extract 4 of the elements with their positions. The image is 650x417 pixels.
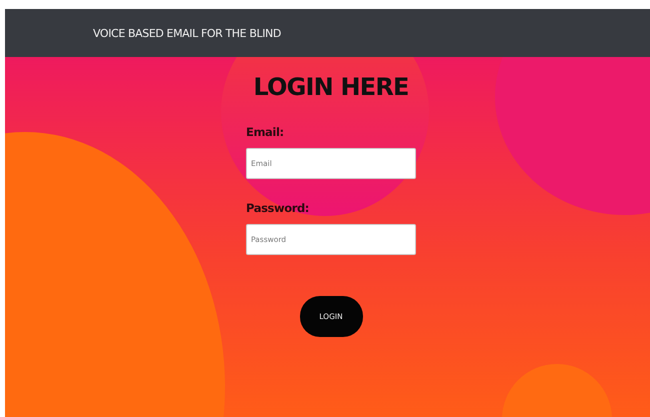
site-title: VOICE BASED EMAIL FOR THE BLIND [93, 26, 281, 40]
field-label: Email: [246, 125, 285, 139]
login-heading: LOGIN HERE [252, 73, 410, 101]
field-label: Password: [246, 201, 310, 215]
